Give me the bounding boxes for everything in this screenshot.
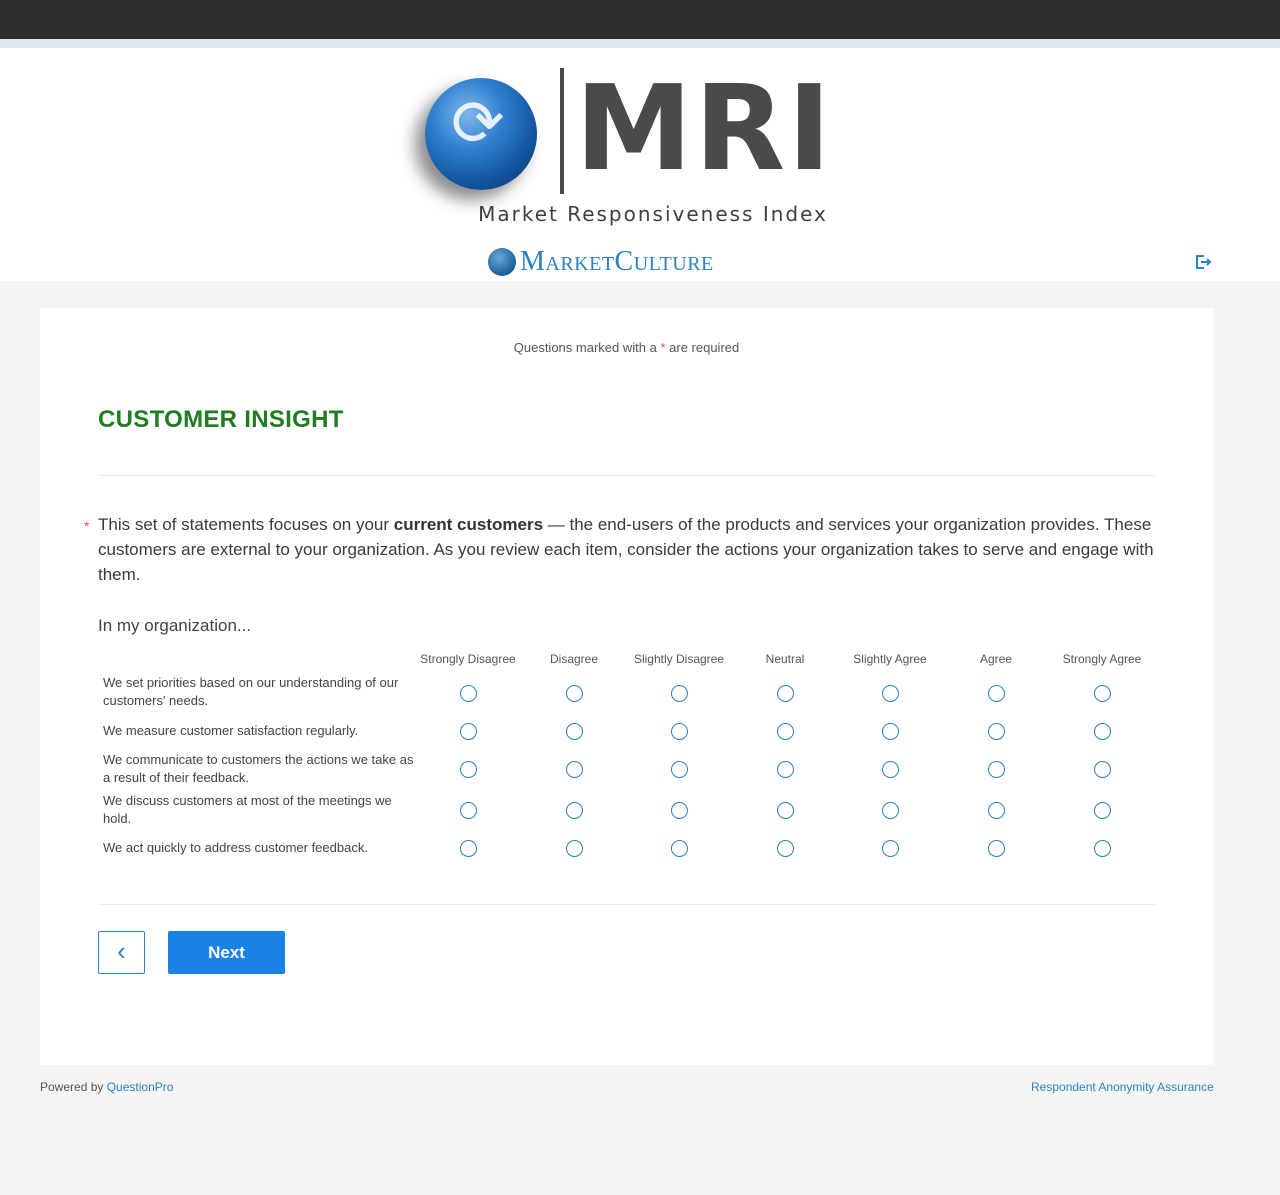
survey-card: Questions marked with a * are required C…: [40, 308, 1213, 1065]
required-star: *: [660, 340, 666, 355]
brand-name: MarketCulture: [520, 246, 714, 277]
radio-option[interactable]: [670, 722, 688, 740]
radio-option[interactable]: [565, 722, 583, 740]
radio-option[interactable]: [1093, 839, 1111, 857]
anonymity-link[interactable]: Respondent Anonymity Assurance: [1031, 1080, 1214, 1094]
logout-icon[interactable]: [1194, 253, 1212, 271]
divider: [98, 904, 1155, 905]
header: ⟳ MRI Market Responsiveness Index Market…: [0, 48, 1280, 281]
radio-option[interactable]: [1093, 684, 1111, 702]
globe-icon: ⟳: [425, 78, 537, 190]
scale-header: Agree: [979, 652, 1013, 666]
matrix-row-label: We measure customer satisfaction regular…: [103, 723, 359, 738]
matrix-row-label: We discuss customers at most of the meet…: [103, 793, 392, 826]
question-text-bold: current customers: [393, 515, 544, 534]
radio-option[interactable]: [459, 839, 477, 857]
logo-subtitle: Market Responsiveness Index: [478, 202, 828, 226]
radio-option[interactable]: [459, 760, 477, 778]
section-title: CUSTOMER INSIGHT: [98, 406, 344, 433]
radio-option[interactable]: [987, 684, 1005, 702]
radio-option[interactable]: [987, 722, 1005, 740]
radio-option[interactable]: [459, 722, 477, 740]
radio-option[interactable]: [1093, 801, 1111, 819]
radio-option[interactable]: [881, 722, 899, 740]
powered-by-text: Powered by: [40, 1080, 104, 1094]
matrix-row-label: We communicate to customers the actions …: [103, 752, 414, 785]
radio-option[interactable]: [987, 839, 1005, 857]
divider: [98, 475, 1155, 476]
radio-option[interactable]: [1093, 722, 1111, 740]
radio-option[interactable]: [776, 722, 794, 740]
radio-option[interactable]: [776, 839, 794, 857]
questionpro-link[interactable]: QuestionPro: [107, 1080, 174, 1094]
radio-option[interactable]: [881, 684, 899, 702]
radio-option[interactable]: [881, 839, 899, 857]
radio-option[interactable]: [776, 760, 794, 778]
scale-header: Strongly Agree: [1062, 652, 1142, 666]
radio-option[interactable]: [881, 801, 899, 819]
brand-logo: MarketCulture: [488, 246, 714, 278]
required-note-suffix: are required: [669, 340, 740, 355]
brand-globe-icon: [488, 248, 516, 276]
next-button[interactable]: Next: [168, 931, 285, 974]
scale-header: Strongly Disagree: [420, 652, 516, 666]
cycle-arrow-icon: ⟳: [451, 87, 505, 161]
radio-option[interactable]: [881, 760, 899, 778]
matrix-row-label: We act quickly to address customer feedb…: [103, 840, 368, 855]
required-marker: *: [84, 518, 90, 534]
mri-logo: ⟳ MRI Market Responsiveness Index: [415, 59, 845, 226]
scale-header: Neutral: [765, 652, 805, 666]
radio-option[interactable]: [565, 684, 583, 702]
back-button[interactable]: ‹: [98, 931, 145, 974]
logo-divider: [560, 68, 564, 194]
radio-option[interactable]: [987, 760, 1005, 778]
radio-option[interactable]: [670, 839, 688, 857]
radio-option[interactable]: [987, 801, 1005, 819]
matrix-intro: In my organization...: [98, 616, 252, 635]
powered-by: Powered by QuestionPro: [40, 1080, 173, 1094]
required-note-prefix: Questions marked with a: [513, 340, 657, 355]
radio-option[interactable]: [776, 801, 794, 819]
radio-option[interactable]: [565, 760, 583, 778]
scale-header: Slightly Disagree: [633, 652, 725, 666]
radio-option[interactable]: [670, 760, 688, 778]
radio-option[interactable]: [565, 801, 583, 819]
radio-option[interactable]: [459, 684, 477, 702]
radio-option[interactable]: [565, 839, 583, 857]
matrix-row-label: We set priorities based on our understan…: [103, 675, 399, 708]
logo-text: MRI: [575, 59, 834, 197]
radio-option[interactable]: [670, 801, 688, 819]
top-bar: [0, 0, 1280, 39]
scale-header: Disagree: [549, 652, 599, 666]
radio-option[interactable]: [459, 801, 477, 819]
required-note: Questions marked with a * are required: [40, 340, 1213, 355]
question-text-part1: This set of statements focuses on your: [98, 515, 394, 534]
radio-option[interactable]: [1093, 760, 1111, 778]
accent-strip: [0, 39, 1280, 48]
scale-header: Slightly Agree: [853, 652, 927, 666]
radio-option[interactable]: [670, 684, 688, 702]
radio-option[interactable]: [776, 684, 794, 702]
question-text: This set of statements focuses on your c…: [98, 512, 1158, 587]
